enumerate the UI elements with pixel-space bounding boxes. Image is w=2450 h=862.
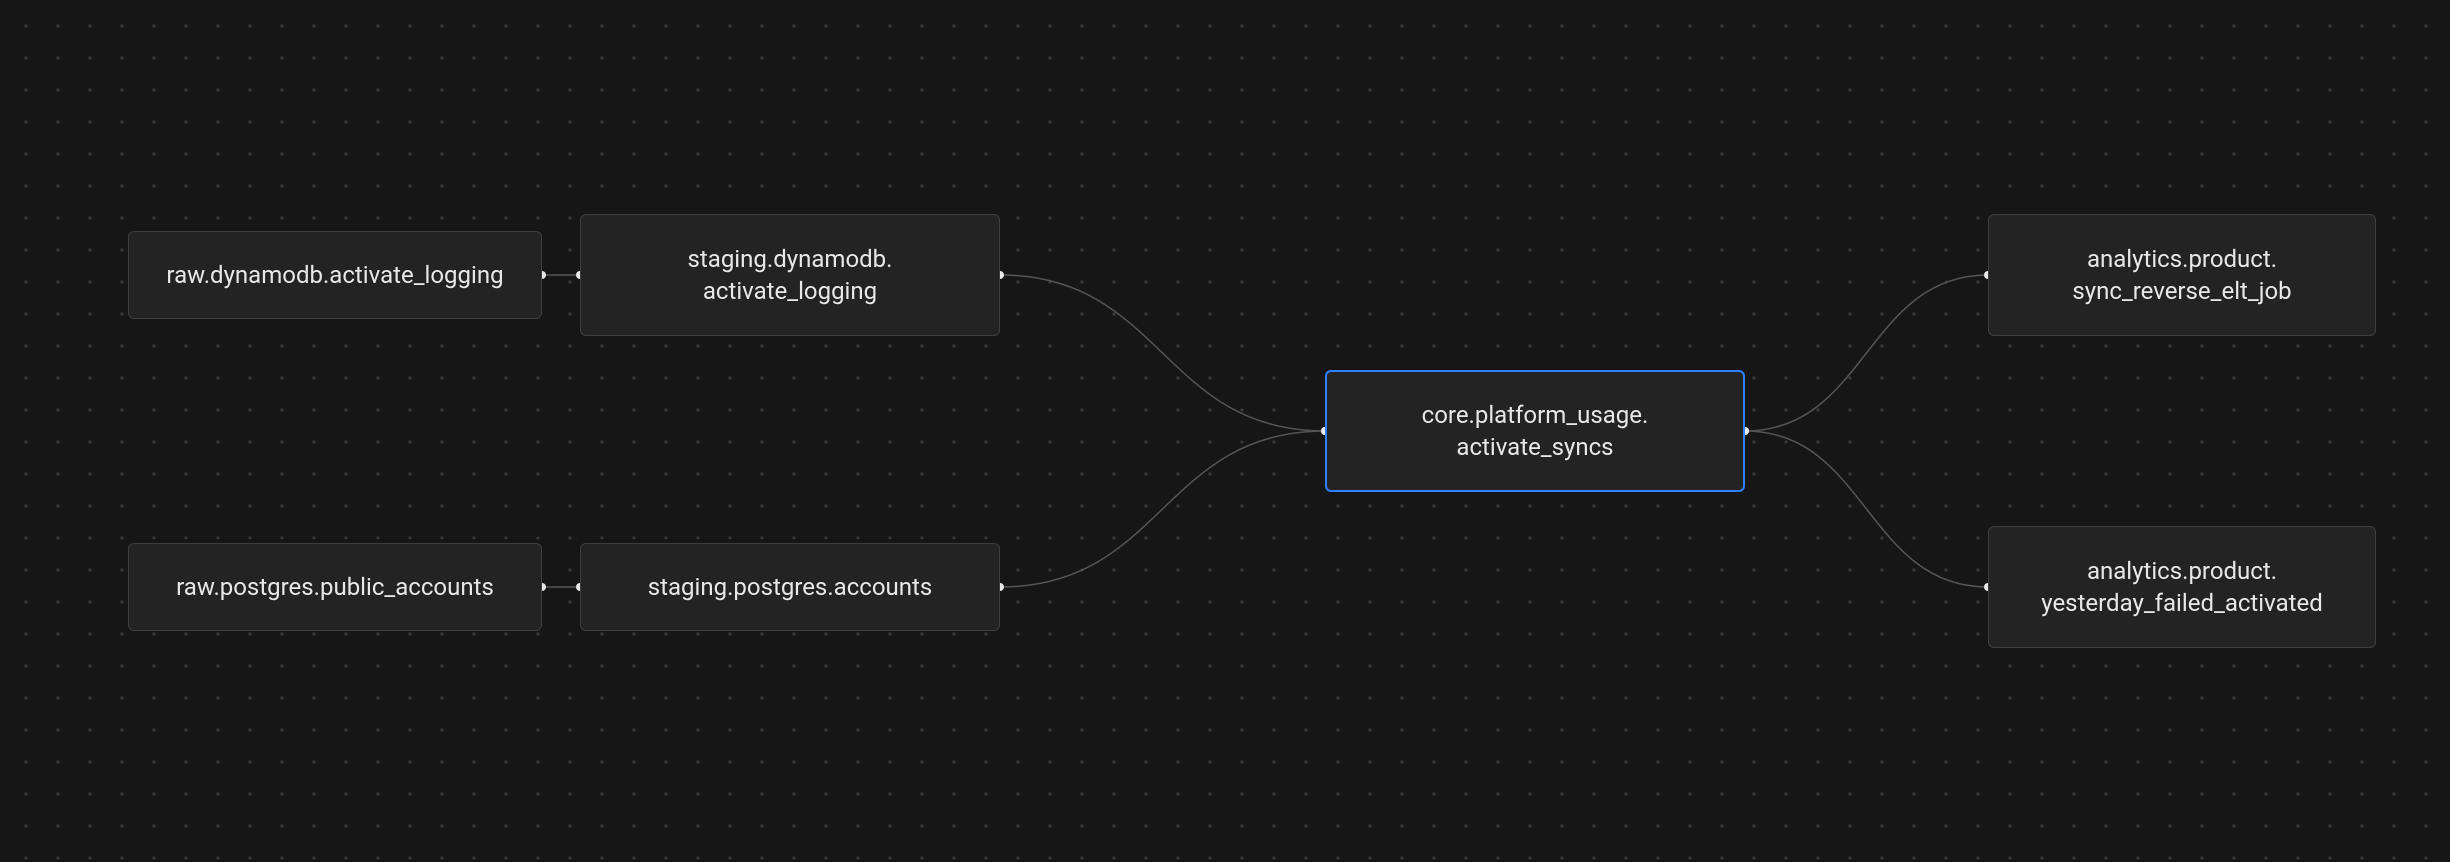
node-label: staging.dynamodb. activate_logging [688, 243, 893, 308]
edges-layer [0, 0, 2450, 862]
diagram-canvas[interactable]: raw.dynamodb.activate_logging staging.dy… [0, 0, 2450, 862]
node-staging-postgres-accounts[interactable]: staging.postgres.accounts [580, 543, 1000, 631]
node-staging-dynamodb-activate-logging[interactable]: staging.dynamodb. activate_logging [580, 214, 1000, 336]
node-raw-postgres-public-accounts[interactable]: raw.postgres.public_accounts [128, 543, 542, 631]
node-label: staging.postgres.accounts [648, 571, 932, 603]
node-core-platform-usage-activate-syncs[interactable]: core.platform_usage. activate_syncs [1325, 370, 1745, 492]
node-analytics-product-sync-reverse-elt-job[interactable]: analytics.product. sync_reverse_elt_job [1988, 214, 2376, 336]
node-raw-dynamodb-activate-logging[interactable]: raw.dynamodb.activate_logging [128, 231, 542, 319]
node-label: raw.postgres.public_accounts [176, 571, 494, 603]
node-label: raw.dynamodb.activate_logging [166, 259, 503, 291]
node-label: core.platform_usage. activate_syncs [1422, 399, 1649, 464]
node-label: analytics.product. yesterday_failed_acti… [2041, 555, 2322, 620]
node-label: analytics.product. sync_reverse_elt_job [2072, 243, 2291, 308]
node-analytics-product-yesterday-failed-activated[interactable]: analytics.product. yesterday_failed_acti… [1988, 526, 2376, 648]
